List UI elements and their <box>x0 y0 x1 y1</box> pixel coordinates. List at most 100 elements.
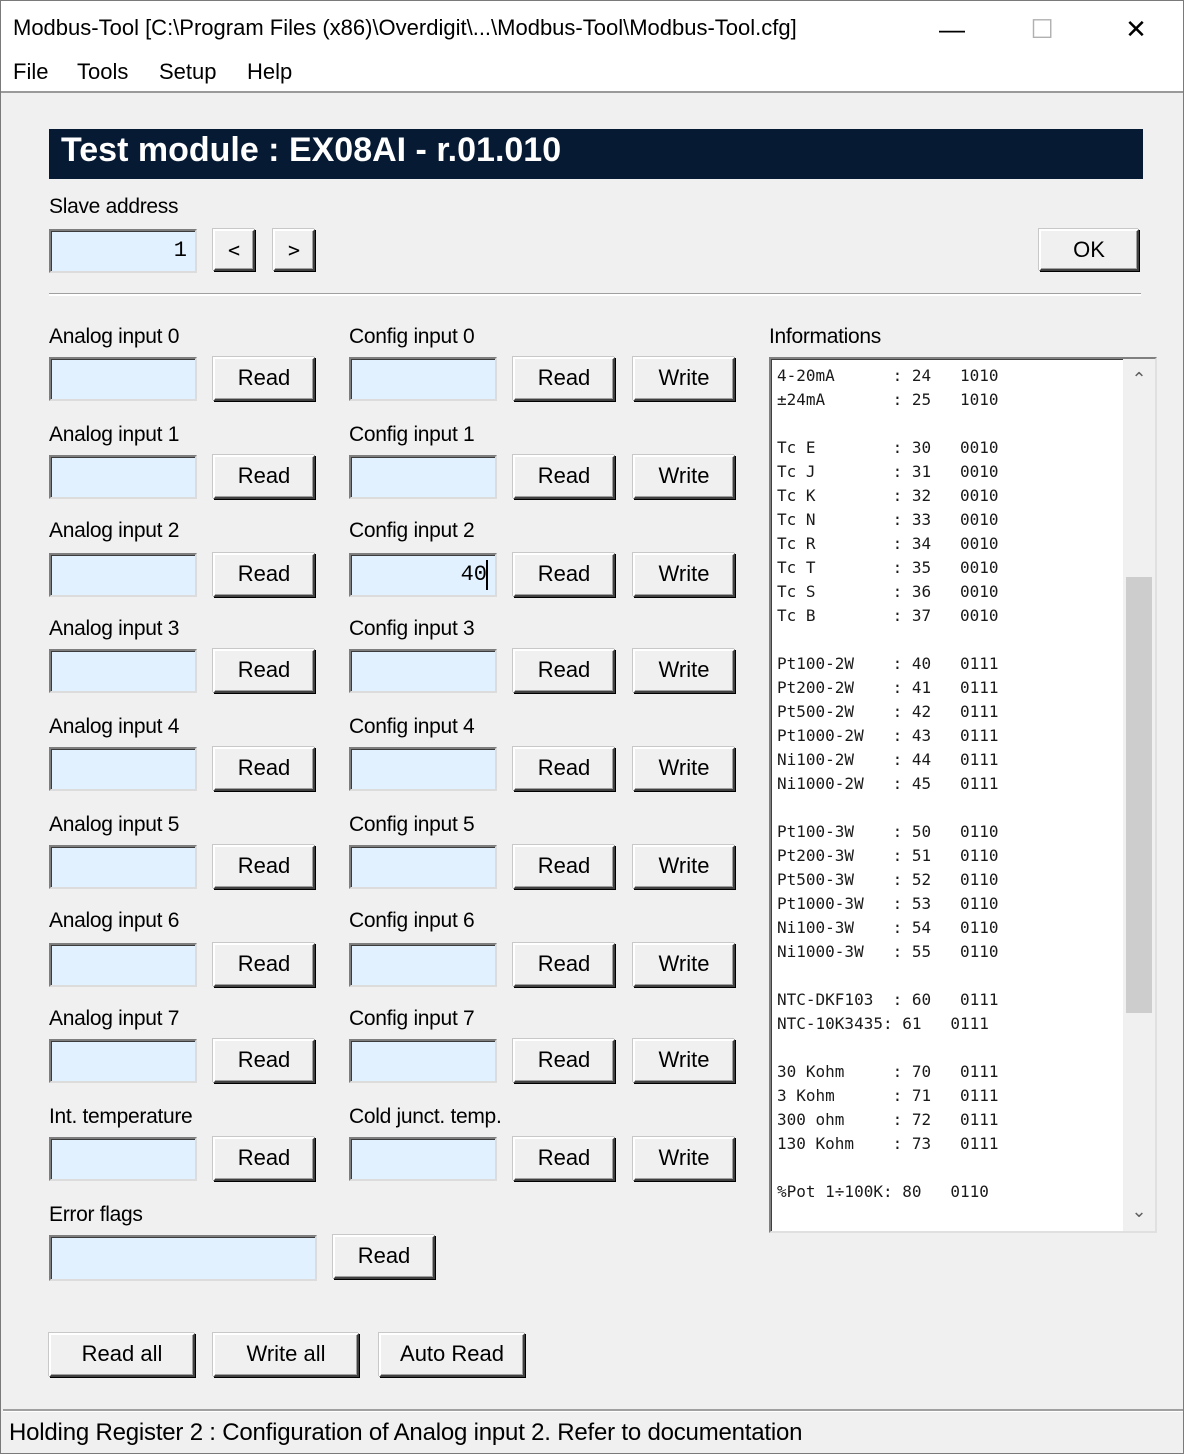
config-read-button[interactable]: Read <box>513 1039 615 1083</box>
analog-input-field[interactable] <box>49 845 197 889</box>
info-line: Pt200-2W : 41 0111 <box>777 678 999 697</box>
config-input-label: Config input 0 <box>349 325 475 348</box>
analog-read-button[interactable]: Read <box>213 553 315 597</box>
info-line: Tc N : 33 0010 <box>777 510 999 529</box>
info-line: Tc S : 36 0010 <box>777 582 999 601</box>
informations-text: 4-20mA : 24 1010 ±24mA : 25 1010 Tc E : 3… <box>777 364 999 1204</box>
info-line: Pt100-2W : 40 0111 <box>777 654 999 673</box>
maximize-button[interactable]: ☐ <box>997 1 1087 57</box>
config-input-label: Config input 2 <box>349 519 475 542</box>
config-input-field[interactable] <box>349 747 497 791</box>
error-flags-field[interactable] <box>49 1235 317 1281</box>
config-write-button[interactable]: Write <box>633 845 735 889</box>
analog-read-button[interactable]: Read <box>213 1039 315 1083</box>
analog-input-field[interactable] <box>49 943 197 987</box>
config-input-field[interactable] <box>349 649 497 693</box>
error-flags-label: Error flags <box>49 1203 143 1226</box>
cold-junction-field[interactable] <box>349 1137 497 1181</box>
cold-junction-read-button[interactable]: Read <box>513 1137 615 1181</box>
scroll-up-icon[interactable]: ⌃ <box>1123 361 1155 397</box>
config-read-button[interactable]: Read <box>513 845 615 889</box>
status-text: Holding Register 2 : Configuration of An… <box>9 1419 803 1446</box>
info-line: ±24mA : 25 1010 <box>777 390 999 409</box>
int-temperature-read-button[interactable]: Read <box>213 1137 315 1181</box>
menu-tools[interactable]: Tools <box>77 59 128 85</box>
error-flags-read-button[interactable]: Read <box>333 1235 435 1279</box>
analog-read-button[interactable]: Read <box>213 747 315 791</box>
write-all-button[interactable]: Write all <box>213 1333 359 1377</box>
config-input-field[interactable] <box>349 943 497 987</box>
analog-input-field[interactable] <box>49 747 197 791</box>
analog-input-label: Analog input 2 <box>49 519 180 542</box>
config-read-button[interactable]: Read <box>513 747 615 791</box>
config-write-button[interactable]: Write <box>633 553 735 597</box>
config-write-button[interactable]: Write <box>633 455 735 499</box>
info-line: 300 ohm : 72 0111 <box>777 1110 999 1129</box>
module-title-bar: Test module : EX08AI - r.01.010 <box>49 129 1143 179</box>
config-read-button[interactable]: Read <box>513 357 615 401</box>
scroll-thumb[interactable] <box>1126 576 1152 1013</box>
analog-input-label: Analog input 5 <box>49 813 180 836</box>
info-blank-line <box>777 796 999 820</box>
config-input-label: Config input 4 <box>349 715 475 738</box>
vertical-scrollbar[interactable]: ⌃ ⌄ <box>1123 359 1155 1231</box>
menu-setup[interactable]: Setup <box>159 59 217 85</box>
int-temperature-label: Int. temperature <box>49 1105 193 1128</box>
auto-read-button[interactable]: Auto Read <box>379 1333 525 1377</box>
config-read-button[interactable]: Read <box>513 649 615 693</box>
analog-input-field[interactable] <box>49 649 197 693</box>
config-read-button[interactable]: Read <box>513 943 615 987</box>
config-input-field[interactable] <box>349 455 497 499</box>
config-read-button[interactable]: Read <box>513 553 615 597</box>
info-blank-line <box>777 412 999 436</box>
info-line: Pt1000-2W : 43 0111 <box>777 726 999 745</box>
menu-file[interactable]: File <box>13 59 48 85</box>
analog-input-label: Analog input 3 <box>49 617 180 640</box>
slave-prev-button[interactable]: < <box>213 229 255 271</box>
ok-button[interactable]: OK <box>1039 229 1139 271</box>
info-line: Tc R : 34 0010 <box>777 534 999 553</box>
analog-read-button[interactable]: Read <box>213 357 315 401</box>
config-write-button[interactable]: Write <box>633 357 735 401</box>
analog-read-button[interactable]: Read <box>213 455 315 499</box>
config-input-field[interactable] <box>349 357 497 401</box>
scroll-down-icon[interactable]: ⌄ <box>1123 1193 1155 1229</box>
minimize-button[interactable]: — <box>907 1 997 57</box>
int-temperature-field[interactable] <box>49 1137 197 1181</box>
cold-junction-write-button[interactable]: Write <box>633 1137 735 1181</box>
slave-address-field[interactable]: 1 <box>49 229 197 273</box>
config-write-button[interactable]: Write <box>633 1039 735 1083</box>
analog-read-button[interactable]: Read <box>213 943 315 987</box>
read-all-button[interactable]: Read all <box>49 1333 195 1377</box>
informations-listbox[interactable]: 4-20mA : 24 1010 ±24mA : 25 1010 Tc E : 3… <box>769 357 1157 1233</box>
info-line: NTC-DKF103 : 60 0111 <box>777 990 999 1009</box>
info-blank-line <box>777 628 999 652</box>
config-write-button[interactable]: Write <box>633 649 735 693</box>
config-input-field[interactable]: 40 <box>349 553 497 597</box>
info-line: Ni100-3W : 54 0110 <box>777 918 999 937</box>
analog-input-field[interactable] <box>49 1039 197 1083</box>
config-write-button[interactable]: Write <box>633 943 735 987</box>
info-blank-line <box>777 1156 999 1180</box>
menu-bar: File Tools Setup Help <box>1 57 1183 93</box>
config-input-field[interactable] <box>349 845 497 889</box>
config-input-field[interactable] <box>349 1039 497 1083</box>
analog-input-field[interactable] <box>49 357 197 401</box>
analog-input-label: Analog input 6 <box>49 909 180 932</box>
informations-label: Informations <box>769 325 881 348</box>
close-button[interactable]: ✕ <box>1091 1 1181 57</box>
config-write-button[interactable]: Write <box>633 747 735 791</box>
separator <box>49 293 1141 296</box>
info-blank-line <box>777 1036 999 1060</box>
analog-input-field[interactable] <box>49 553 197 597</box>
analog-read-button[interactable]: Read <box>213 845 315 889</box>
info-line: Ni1000-2W : 45 0111 <box>777 774 999 793</box>
analog-read-button[interactable]: Read <box>213 649 315 693</box>
config-read-button[interactable]: Read <box>513 455 615 499</box>
window-title: Modbus-Tool [C:\Program Files (x86)\Over… <box>13 15 797 40</box>
slave-next-button[interactable]: > <box>273 229 315 271</box>
analog-input-label: Analog input 0 <box>49 325 180 348</box>
analog-input-field[interactable] <box>49 455 197 499</box>
menu-help[interactable]: Help <box>247 59 292 85</box>
info-line: Pt500-2W : 42 0111 <box>777 702 999 721</box>
